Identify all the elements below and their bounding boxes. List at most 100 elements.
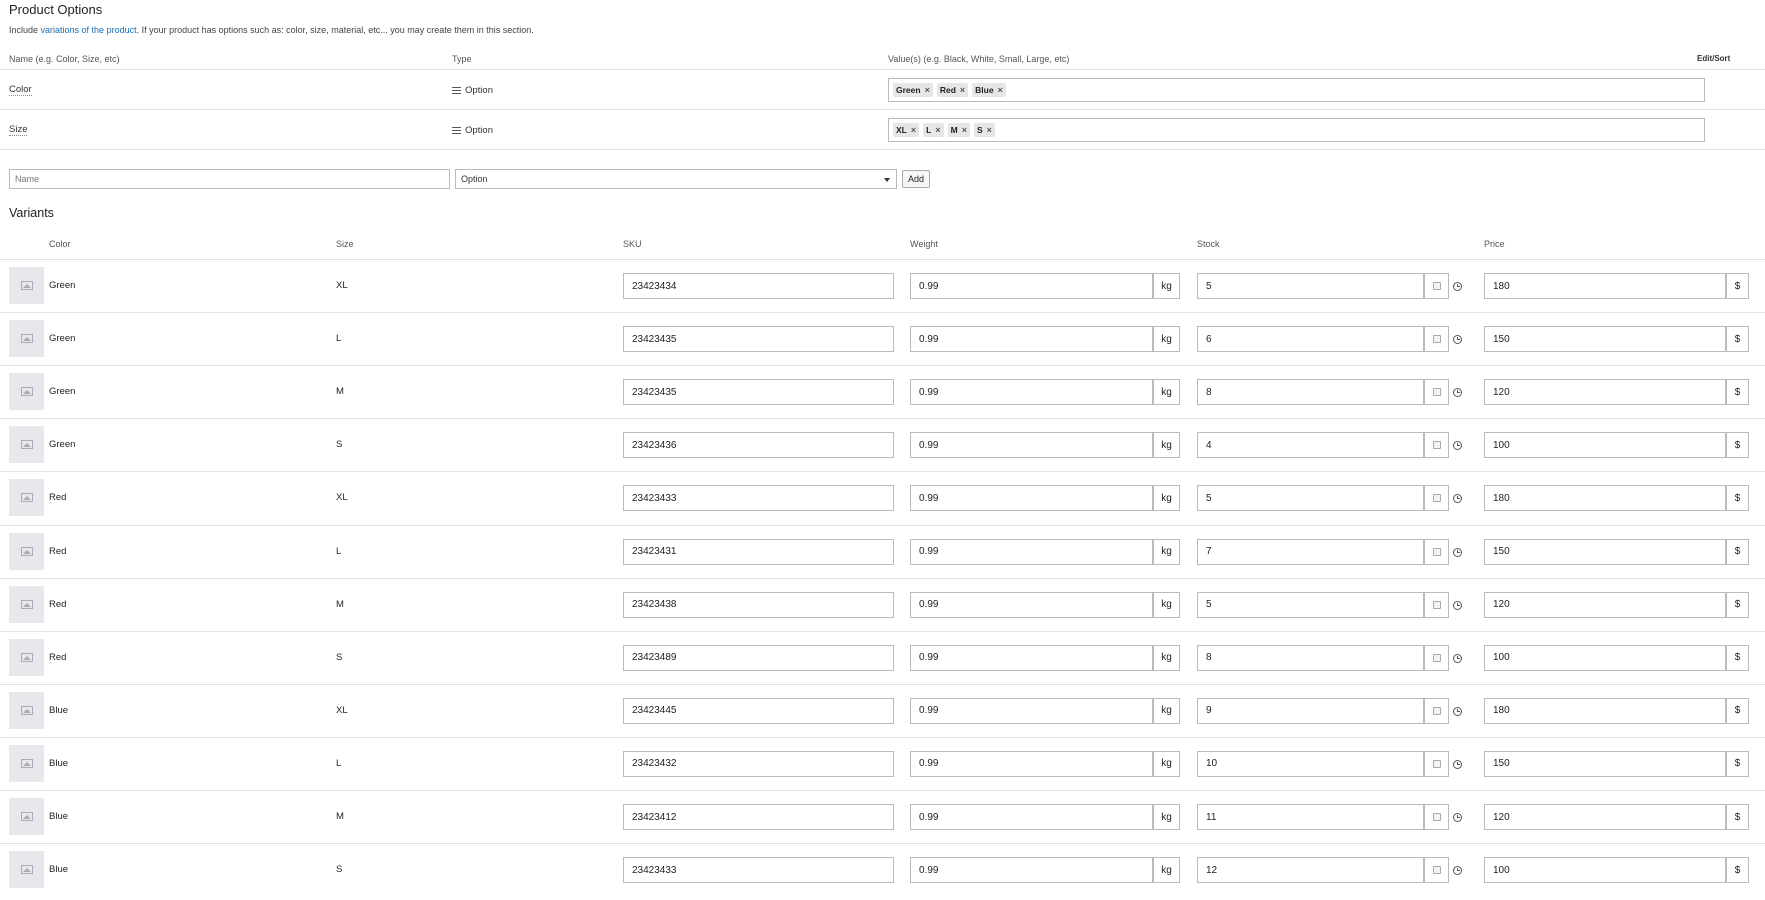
sku-input[interactable]: 23423435 bbox=[623, 326, 894, 353]
stock-checkbox[interactable] bbox=[1432, 388, 1441, 397]
stock-checkbox[interactable] bbox=[1432, 494, 1441, 503]
clock-icon[interactable] bbox=[1453, 388, 1462, 398]
sku-input[interactable]: 23423431 bbox=[623, 538, 894, 565]
remove-tag-icon[interactable]: × bbox=[935, 125, 940, 135]
stock-checkbox[interactable] bbox=[1432, 653, 1441, 662]
weight-input[interactable]: 0.99 bbox=[910, 432, 1153, 459]
weight-input[interactable]: 0.99 bbox=[910, 697, 1153, 724]
sku-input[interactable]: 23423433 bbox=[623, 857, 894, 884]
clock-icon[interactable] bbox=[1453, 441, 1462, 451]
variant-image-placeholder[interactable] bbox=[9, 851, 44, 889]
stock-input[interactable]: 10 bbox=[1197, 750, 1424, 777]
stock-input[interactable]: 8 bbox=[1197, 379, 1424, 406]
remove-tag-icon[interactable]: × bbox=[925, 85, 930, 95]
clock-icon[interactable] bbox=[1453, 759, 1462, 769]
stock-checkbox[interactable] bbox=[1432, 335, 1441, 344]
variant-image-placeholder[interactable] bbox=[9, 798, 44, 835]
sku-input[interactable]: 23423434 bbox=[623, 273, 894, 299]
price-input[interactable]: 120 bbox=[1484, 379, 1726, 406]
variant-image-placeholder[interactable] bbox=[9, 320, 44, 358]
price-input[interactable]: 120 bbox=[1484, 591, 1726, 618]
clock-icon[interactable] bbox=[1453, 547, 1462, 557]
weight-input[interactable]: 0.99 bbox=[910, 273, 1153, 299]
variant-image-placeholder[interactable] bbox=[9, 267, 44, 304]
weight-input[interactable]: 0.99 bbox=[910, 591, 1153, 618]
stock-input[interactable]: 6 bbox=[1197, 326, 1424, 353]
stock-input[interactable]: 8 bbox=[1197, 644, 1424, 671]
edit-sort-link[interactable]: Edit/Sort bbox=[1697, 54, 1730, 63]
remove-tag-icon[interactable]: × bbox=[960, 85, 965, 95]
variant-image-placeholder[interactable] bbox=[9, 532, 44, 570]
weight-input[interactable]: 0.99 bbox=[910, 857, 1153, 884]
stock-input[interactable]: 11 bbox=[1197, 804, 1424, 830]
stock-checkbox[interactable] bbox=[1432, 813, 1441, 821]
clock-icon[interactable] bbox=[1453, 282, 1462, 291]
stock-input[interactable]: 5 bbox=[1197, 485, 1424, 512]
price-input[interactable]: 150 bbox=[1484, 326, 1726, 353]
price-input[interactable]: 150 bbox=[1484, 750, 1726, 777]
clock-icon[interactable] bbox=[1453, 813, 1462, 822]
price-input[interactable]: 100 bbox=[1484, 644, 1726, 671]
variant-image-placeholder[interactable] bbox=[9, 691, 44, 729]
sku-input[interactable]: 23423445 bbox=[623, 697, 894, 724]
sku-input[interactable]: 23423438 bbox=[623, 591, 894, 618]
option-name[interactable]: Size bbox=[9, 124, 28, 136]
variant-image-placeholder[interactable] bbox=[9, 479, 44, 517]
sku-input[interactable]: 23423412 bbox=[623, 804, 894, 830]
stock-checkbox[interactable] bbox=[1432, 706, 1441, 715]
weight-input[interactable]: 0.99 bbox=[910, 644, 1153, 671]
sku-input[interactable]: 23423433 bbox=[623, 485, 894, 512]
weight-input[interactable]: 0.99 bbox=[910, 485, 1153, 512]
stock-checkbox[interactable] bbox=[1432, 547, 1441, 556]
price-input[interactable]: 120 bbox=[1484, 804, 1726, 830]
stock-checkbox[interactable] bbox=[1432, 866, 1441, 875]
stock-input[interactable]: 5 bbox=[1197, 273, 1424, 299]
price-input[interactable]: 100 bbox=[1484, 432, 1726, 459]
sku-input[interactable]: 23423432 bbox=[623, 750, 894, 777]
stock-checkbox[interactable] bbox=[1432, 282, 1441, 290]
variant-image-placeholder[interactable] bbox=[9, 638, 44, 676]
new-option-type-select[interactable]: Option bbox=[455, 169, 897, 189]
stock-input[interactable]: 7 bbox=[1197, 538, 1424, 565]
stock-input[interactable]: 5 bbox=[1197, 591, 1424, 618]
remove-tag-icon[interactable]: × bbox=[998, 85, 1003, 95]
stock-input[interactable]: 9 bbox=[1197, 697, 1424, 724]
variant-image-placeholder[interactable] bbox=[9, 373, 44, 411]
price-input[interactable]: 180 bbox=[1484, 697, 1726, 724]
option-values-input[interactable]: Green × Red × Blue × bbox=[888, 78, 1705, 102]
price-input[interactable]: 100 bbox=[1484, 857, 1726, 884]
variant-image-placeholder[interactable] bbox=[9, 744, 44, 782]
new-option-name-input[interactable] bbox=[9, 169, 450, 189]
sku-input[interactable]: 23423435 bbox=[623, 379, 894, 406]
clock-icon[interactable] bbox=[1453, 866, 1462, 876]
weight-input[interactable]: 0.99 bbox=[910, 326, 1153, 353]
add-option-button[interactable]: Add bbox=[902, 170, 930, 188]
weight-input[interactable]: 0.99 bbox=[910, 750, 1153, 777]
weight-input[interactable]: 0.99 bbox=[910, 804, 1153, 830]
clock-icon[interactable] bbox=[1453, 653, 1462, 663]
remove-tag-icon[interactable]: × bbox=[911, 125, 916, 135]
remove-tag-icon[interactable]: × bbox=[987, 125, 992, 135]
variant-image-placeholder[interactable] bbox=[9, 585, 44, 623]
option-name[interactable]: Color bbox=[9, 84, 32, 96]
stock-checkbox[interactable] bbox=[1432, 600, 1441, 609]
clock-icon[interactable] bbox=[1453, 706, 1462, 716]
weight-input[interactable]: 0.99 bbox=[910, 538, 1153, 565]
price-input[interactable]: 180 bbox=[1484, 485, 1726, 512]
variant-image-placeholder[interactable] bbox=[9, 426, 44, 464]
clock-icon[interactable] bbox=[1453, 600, 1462, 610]
clock-icon[interactable] bbox=[1453, 335, 1462, 345]
clock-icon[interactable] bbox=[1453, 494, 1462, 504]
stock-checkbox[interactable] bbox=[1432, 759, 1441, 768]
weight-input[interactable]: 0.99 bbox=[910, 379, 1153, 406]
sku-input[interactable]: 23423436 bbox=[623, 432, 894, 459]
price-input[interactable]: 150 bbox=[1484, 538, 1726, 565]
stock-input[interactable]: 4 bbox=[1197, 432, 1424, 459]
sku-input[interactable]: 23423489 bbox=[623, 644, 894, 671]
option-values-input[interactable]: XL × L × M × S × bbox=[888, 118, 1705, 142]
stock-checkbox[interactable] bbox=[1432, 441, 1441, 450]
stock-input[interactable]: 12 bbox=[1197, 857, 1424, 884]
price-input[interactable]: 180 bbox=[1484, 273, 1726, 299]
remove-tag-icon[interactable]: × bbox=[962, 125, 967, 135]
variations-link[interactable]: variations of the product bbox=[41, 25, 137, 35]
